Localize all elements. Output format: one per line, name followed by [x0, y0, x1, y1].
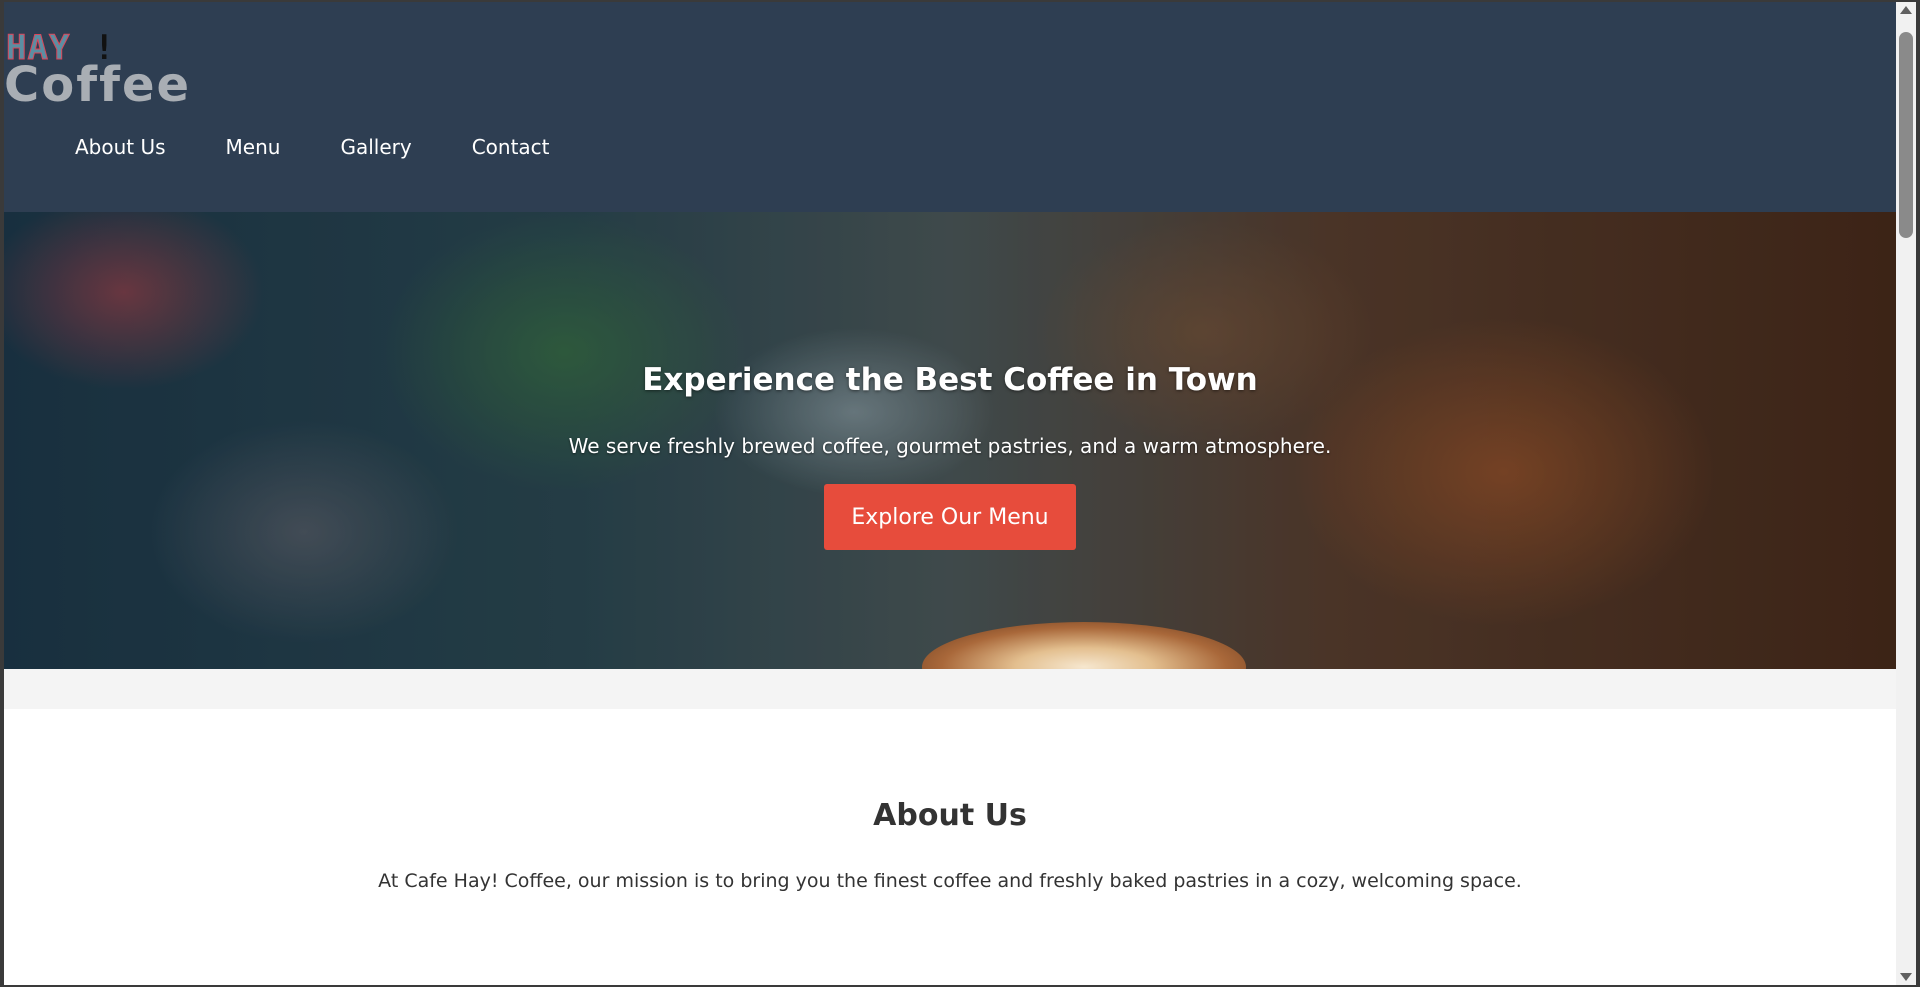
- nav-link-gallery[interactable]: Gallery: [340, 132, 411, 162]
- about-title: About Us: [873, 798, 1027, 833]
- scroll-up-arrow-icon[interactable]: [1900, 6, 1912, 14]
- site-header: HAY ! Coffee About Us Menu Gallery Conta…: [4, 2, 1896, 212]
- scrollbar-thumb[interactable]: [1899, 32, 1913, 238]
- hero-title: Experience the Best Coffee in Town: [642, 362, 1258, 398]
- hero-section: Experience the Best Coffee in Town We se…: [4, 212, 1896, 669]
- logo[interactable]: HAY ! Coffee: [4, 30, 204, 113]
- logo-coffee-text: Coffee: [4, 57, 192, 113]
- section-divider: [4, 669, 1896, 709]
- page-viewport: HAY ! Coffee About Us Menu Gallery Conta…: [4, 2, 1896, 985]
- scroll-down-arrow-icon[interactable]: [1900, 973, 1912, 981]
- about-text: At Cafe Hay! Coffee, our mission is to b…: [378, 870, 1522, 892]
- nav-link-contact[interactable]: Contact: [472, 132, 550, 162]
- vertical-scrollbar[interactable]: [1896, 2, 1916, 985]
- explore-menu-button[interactable]: Explore Our Menu: [824, 484, 1076, 550]
- hero-subtitle: We serve freshly brewed coffee, gourmet …: [568, 434, 1332, 458]
- main-nav: About Us Menu Gallery Contact: [75, 132, 610, 162]
- nav-link-menu[interactable]: Menu: [226, 132, 281, 162]
- nav-link-about-us[interactable]: About Us: [75, 132, 166, 162]
